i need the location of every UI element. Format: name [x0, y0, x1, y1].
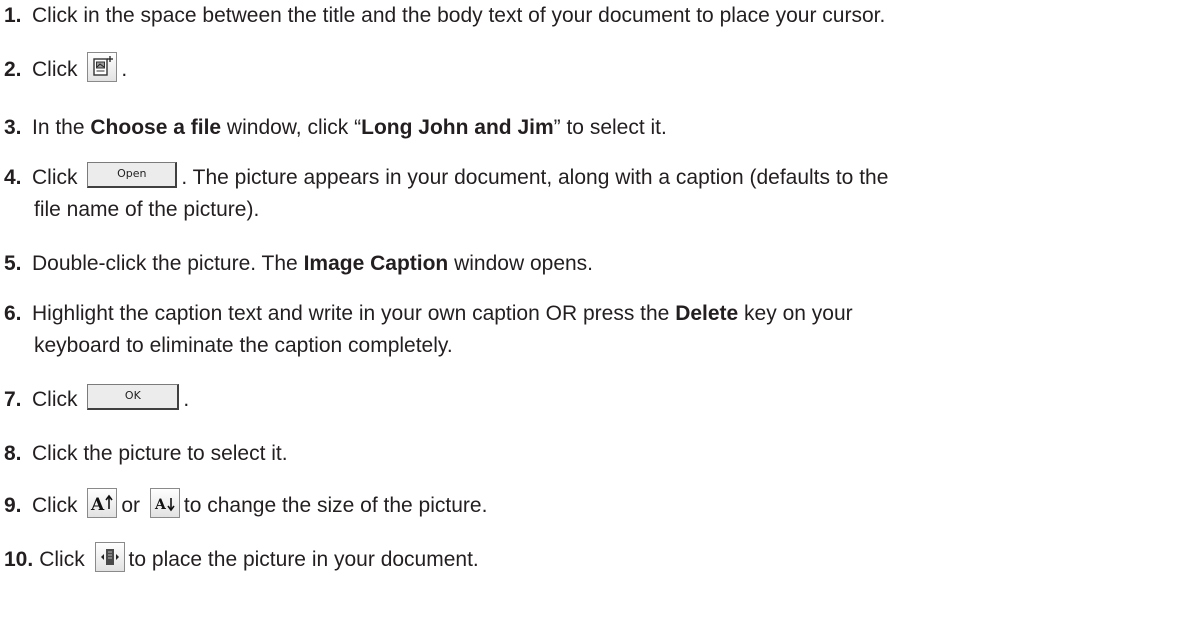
step-9: 9. Click A or A to change the size of the…	[4, 488, 1176, 522]
step-text: Click	[39, 548, 85, 571]
step-8: 8. Click the picture to select it.	[4, 438, 1176, 470]
step-6: 6. Highlight the caption text and write i…	[4, 298, 1176, 362]
window-name: Choose a file	[90, 116, 222, 139]
insert-picture-icon[interactable]	[87, 52, 118, 83]
file-name: Long John and Jim	[361, 116, 554, 139]
step-number: 6.	[4, 302, 22, 325]
step-number: 2.	[4, 58, 22, 81]
svg-text:A: A	[90, 495, 105, 515]
step-text: Click	[32, 388, 78, 411]
step-number: 8.	[4, 442, 22, 465]
step-text: .	[121, 58, 128, 81]
step-continuation: keyboard to eliminate the caption comple…	[34, 334, 453, 357]
decrease-size-icon[interactable]: A	[149, 488, 180, 519]
step-number: 7.	[4, 388, 22, 411]
step-text: to place the picture in your document.	[128, 548, 479, 571]
step-text: .	[183, 388, 190, 411]
step-text: or	[121, 494, 141, 517]
step-4: 4. Click Open. The picture appears in you…	[4, 162, 1176, 226]
place-picture-icon[interactable]	[94, 542, 125, 573]
step-text: Double-click the picture. The	[32, 252, 304, 275]
step-7: 7. Click OK.	[4, 384, 1176, 416]
step-number: 4.	[4, 166, 22, 189]
step-text: Click the picture to select it.	[32, 442, 288, 465]
step-number: 5.	[4, 252, 22, 275]
step-number: 10.	[4, 548, 34, 571]
svg-text:A: A	[154, 497, 167, 513]
increase-size-icon[interactable]: A	[87, 488, 118, 519]
step-text: key on your	[738, 302, 853, 325]
step-number: 1.	[4, 4, 22, 27]
step-5: 5. Double-click the picture. The Image Ca…	[4, 248, 1176, 280]
step-text: Click	[32, 494, 78, 517]
window-name: Image Caption	[303, 252, 449, 275]
step-2: 2. Click .	[4, 52, 1176, 86]
step-text: . The picture appears in your document, …	[181, 166, 889, 189]
step-text: ” to select it.	[553, 116, 667, 139]
step-text: Click	[32, 58, 78, 81]
step-text: Highlight the caption text and write in …	[32, 302, 676, 325]
step-text: window, click “	[221, 116, 362, 139]
step-number: 9.	[4, 494, 22, 517]
step-text: Click in the space between the title and…	[32, 4, 886, 27]
step-1: 1. Click in the space between the title a…	[4, 0, 1176, 32]
ok-button[interactable]: OK	[87, 384, 180, 411]
step-text: Click	[32, 166, 78, 189]
key-name: Delete	[675, 302, 739, 325]
step-continuation: file name of the picture).	[34, 198, 260, 221]
step-text: to change the size of the picture.	[183, 494, 488, 517]
step-text: In the	[32, 116, 91, 139]
step-number: 3.	[4, 116, 22, 139]
step-3: 3. In the Choose a file window, click “Lo…	[4, 112, 1176, 144]
open-button[interactable]: Open	[87, 162, 178, 189]
step-10: 10. Click to place the picture in your do…	[4, 542, 1176, 576]
step-text: window opens.	[448, 252, 594, 275]
